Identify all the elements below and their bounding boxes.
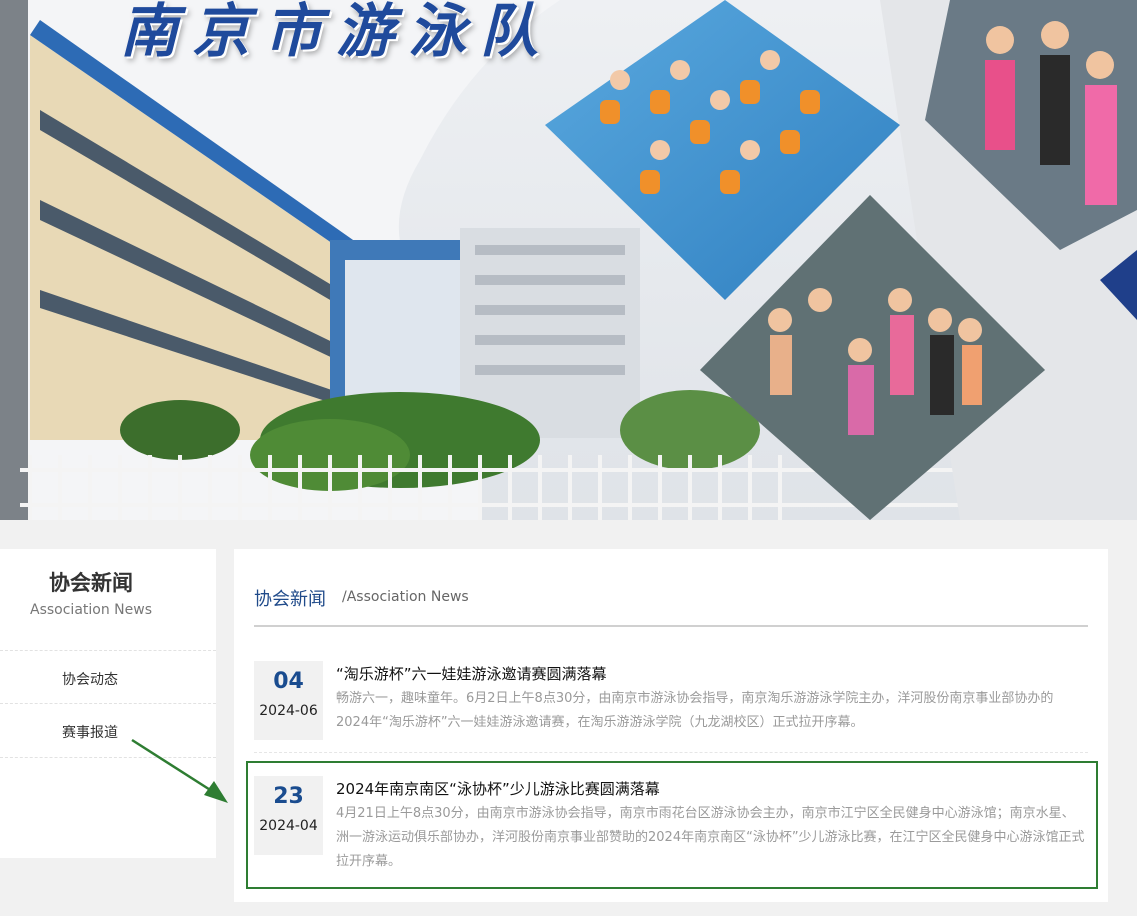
- sidebar-title: 协会新闻: [49, 571, 133, 595]
- date-day: 23: [273, 784, 304, 809]
- sidebar-item-association-news[interactable]: 协会动态: [0, 650, 216, 704]
- sidebar: 协会新闻 Association News 协会动态 赛事报道: [0, 549, 216, 858]
- date-year-month: 2024-04: [259, 818, 318, 834]
- date-badge: 04 2024-06: [254, 661, 323, 740]
- hero-banner: 南京市游泳队: [0, 0, 1137, 520]
- page-subtitle: /Association News: [342, 589, 469, 605]
- page-title: 协会新闻: [254, 589, 326, 610]
- date-badge: 23 2024-04: [254, 776, 323, 855]
- news-panel: 协会新闻 /Association News 04 2024-06 “淘乐游杯”…: [234, 549, 1108, 902]
- sidebar-item-event-reports[interactable]: 赛事报道: [0, 704, 216, 758]
- hero-title: 南京市游泳队: [120, 0, 553, 65]
- news-item[interactable]: 23 2024-04 2024年南京南区“泳协杯”少儿游泳比赛圆满落幕 4月21…: [254, 776, 1088, 888]
- news-panel-header: 协会新闻 /Association News: [254, 549, 1088, 627]
- news-summary: 畅游六一，趣味童年。6月2日上午8点30分，由南京市游泳协会指导，南京淘乐游游泳…: [336, 691, 1054, 730]
- news-title-link[interactable]: “淘乐游杯”六一娃娃游泳邀请赛圆满落幕: [336, 663, 607, 684]
- sidebar-subtitle: Association News: [30, 602, 152, 618]
- sidebar-item-label: 赛事报道: [62, 725, 118, 741]
- news-summary: 4月21日上午8点30分，由南京市游泳协会指导，南京市雨花台区游泳协会主办，南京…: [336, 806, 1085, 869]
- news-item[interactable]: 04 2024-06 “淘乐游杯”六一娃娃游泳邀请赛圆满落幕 畅游六一，趣味童年…: [254, 661, 1088, 753]
- date-day: 04: [273, 669, 304, 694]
- news-title-link[interactable]: 2024年南京南区“泳协杯”少儿游泳比赛圆满落幕: [336, 778, 660, 799]
- date-year-month: 2024-06: [259, 703, 318, 719]
- hero-illustration: [0, 0, 1137, 520]
- sidebar-item-label: 协会动态: [62, 672, 118, 688]
